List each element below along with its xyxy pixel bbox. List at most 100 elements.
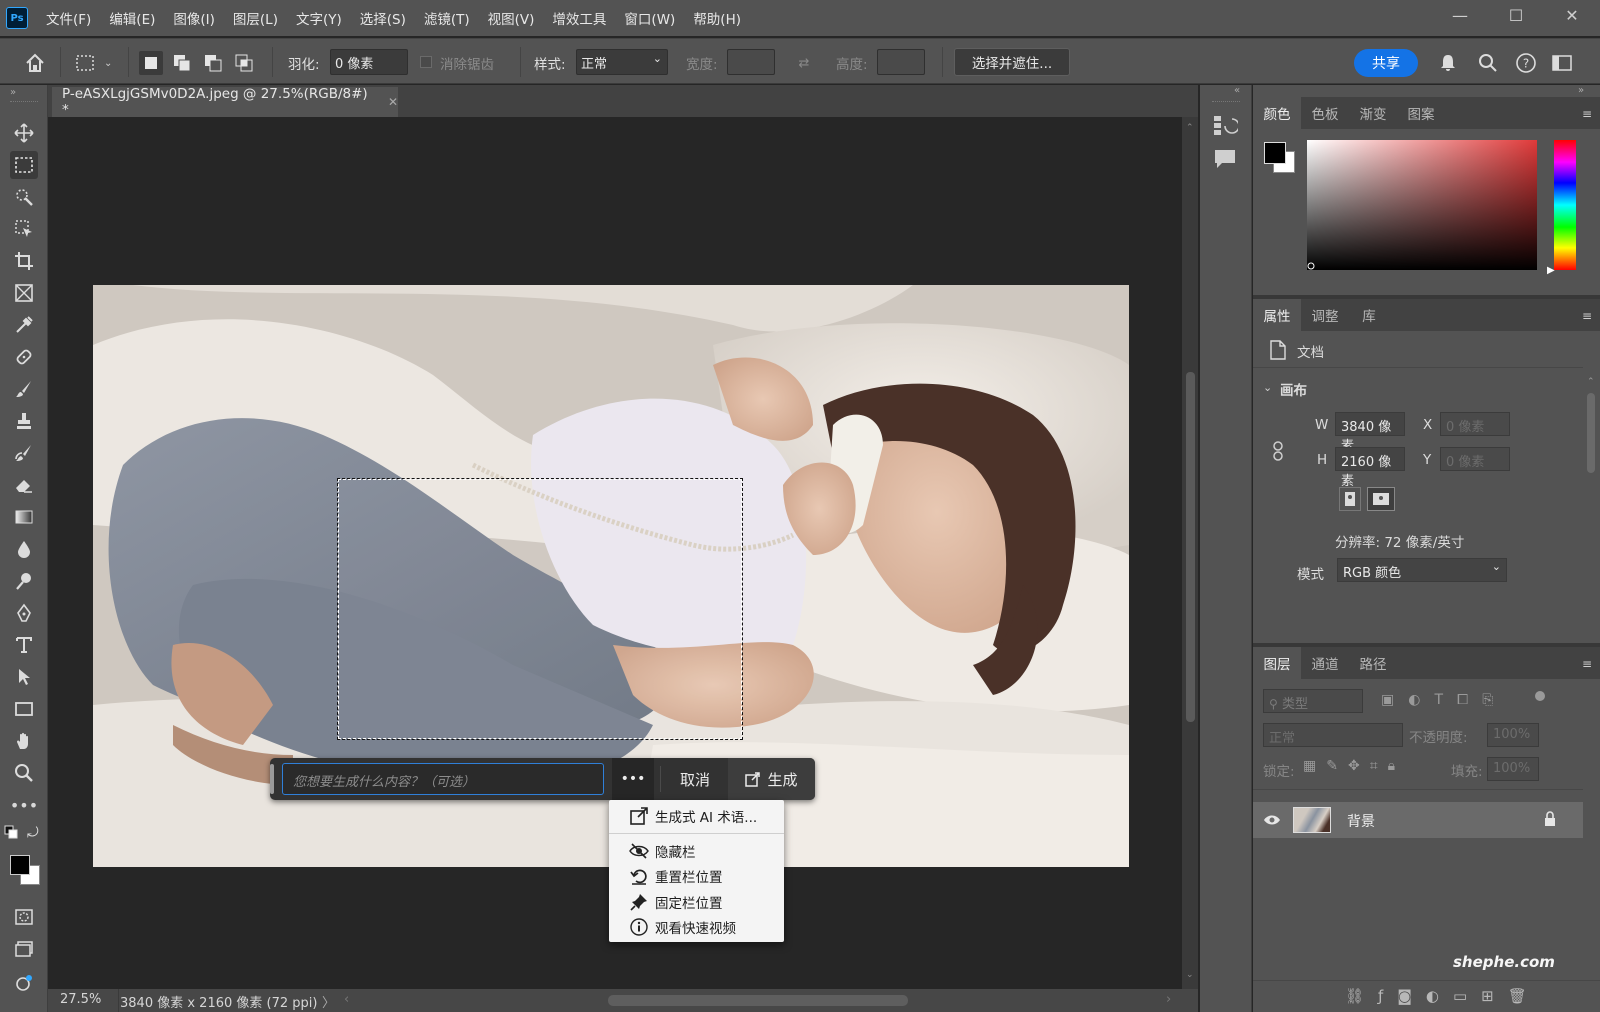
chevron-down-icon[interactable]: ⌄	[104, 58, 112, 69]
type-tool-icon[interactable]	[10, 631, 38, 659]
tab-color[interactable]: 颜色	[1253, 97, 1301, 129]
width-input[interactable]	[727, 49, 775, 75]
close-window-button[interactable]: ✕	[1544, 0, 1600, 30]
layer-row-background[interactable]: 背景	[1253, 802, 1583, 838]
zoom-tool-icon[interactable]	[10, 759, 38, 787]
menu-help[interactable]: 帮助(H)	[684, 0, 750, 36]
generative-prompt-input[interactable]: 您想要生成什么内容？（可选）	[282, 763, 604, 795]
hand-tool-icon[interactable]	[10, 727, 38, 755]
menu-item-quick-video[interactable]: 观看快速视频	[609, 914, 784, 940]
lock-options-icons[interactable]: ▦✎✥⌗🔒︎	[1303, 758, 1405, 774]
menu-item-hide-bar[interactable]: 隐藏栏	[609, 838, 784, 864]
path-selection-tool-icon[interactable]	[10, 663, 38, 691]
scroll-left-icon[interactable]: ‹	[344, 992, 349, 1007]
height-input[interactable]	[877, 49, 925, 75]
add-selection-icon[interactable]	[170, 51, 194, 75]
subtract-selection-icon[interactable]	[201, 51, 225, 75]
hue-slider-handle[interactable]: ▶	[1547, 265, 1555, 276]
antialias-checkbox[interactable]	[420, 56, 432, 68]
swap-colors-icon[interactable]: ⤾	[27, 825, 39, 841]
tab-gradients[interactable]: 渐变	[1349, 97, 1397, 129]
intersect-selection-icon[interactable]	[232, 51, 256, 75]
frame-tool-icon[interactable]	[10, 279, 38, 307]
crop-tool-icon[interactable]	[10, 247, 38, 275]
help-icon[interactable]: ?	[1514, 51, 1538, 75]
selection-marquee[interactable]	[337, 478, 743, 740]
rectangular-marquee-tool-icon[interactable]	[10, 151, 38, 179]
horizontal-scroll-thumb[interactable]	[608, 995, 908, 1006]
layer-filter-icons[interactable]: ▣◐T⧠⎘	[1381, 692, 1507, 708]
opacity-input[interactable]: 100%	[1487, 723, 1539, 747]
collapse-icon[interactable]: «	[1234, 85, 1240, 96]
tab-patterns[interactable]: 图案	[1397, 97, 1445, 129]
collapse-panels-icon[interactable]: »	[1578, 85, 1584, 96]
document-tab[interactable]: P-eASXLgjGSMv0D2A.jpeg @ 27.5%(RGB/8#) *…	[52, 86, 398, 118]
tab-layers[interactable]: 图层	[1253, 647, 1301, 679]
default-colors-icon[interactable]	[4, 825, 18, 839]
chevron-down-icon[interactable]: ⌄	[1263, 381, 1272, 394]
feather-input[interactable]: 0 像素	[330, 49, 408, 75]
new-selection-icon[interactable]	[139, 51, 163, 75]
layer-actions-icons[interactable]: ⛓ƒ◙◐▭⊞🗑︎	[1345, 987, 1541, 1005]
portrait-orientation-icon[interactable]	[1339, 487, 1361, 511]
eye-icon[interactable]	[1263, 813, 1281, 827]
filter-toggle-icon[interactable]	[1535, 691, 1545, 701]
minimize-button[interactable]: —	[1432, 0, 1488, 30]
close-tab-icon[interactable]: ✕	[388, 95, 398, 109]
tab-libraries[interactable]: 库	[1349, 299, 1389, 331]
link-dimensions-icon[interactable]	[1271, 441, 1285, 461]
layer-filter-select[interactable]: ⚲ 类型	[1263, 689, 1363, 713]
menu-file[interactable]: 文件(F)	[37, 0, 100, 36]
quick-mask-icon[interactable]	[10, 903, 38, 931]
zoom-level[interactable]: 27.5%	[60, 992, 101, 1007]
tab-swatches[interactable]: 色板	[1301, 97, 1349, 129]
panel-menu-icon[interactable]: ≡	[1582, 107, 1594, 121]
landscape-orientation-icon[interactable]	[1367, 487, 1395, 511]
menu-item-ai-terms[interactable]: 生成式 AI 术语...	[609, 803, 784, 829]
panel-menu-icon[interactable]: ≡	[1582, 657, 1594, 671]
marquee-preset-icon[interactable]	[73, 51, 97, 75]
color-mode-select[interactable]: RGB 颜色 ⌄	[1337, 558, 1507, 582]
eraser-tool-icon[interactable]	[10, 471, 38, 499]
menu-select[interactable]: 选择(S)	[351, 0, 415, 36]
style-select[interactable]: 正常 ⌄	[576, 49, 668, 75]
edit-toolbar-icon[interactable]	[10, 969, 38, 997]
menu-layer[interactable]: 图层(L)	[224, 0, 287, 36]
scroll-thumb[interactable]	[1186, 372, 1195, 722]
history-brush-tool-icon[interactable]	[10, 439, 38, 467]
object-selection-tool-icon[interactable]	[10, 215, 38, 243]
screen-mode-icon[interactable]	[10, 935, 38, 963]
canvas-vertical-scrollbar[interactable]: ⌃ ⌄	[1182, 117, 1198, 989]
home-icon[interactable]	[23, 51, 47, 75]
color-field[interactable]	[1307, 140, 1537, 270]
workspace-icon[interactable]	[1550, 51, 1574, 75]
quick-selection-tool-icon[interactable]	[10, 183, 38, 211]
select-and-mask-button[interactable]: 选择并遮住...	[954, 48, 1070, 76]
comments-panel-icon[interactable]	[1214, 149, 1236, 169]
foreground-color-swatch[interactable]	[1264, 142, 1286, 164]
gradient-tool-icon[interactable]	[10, 503, 38, 531]
canvas-height-input[interactable]: 2160 像素	[1335, 447, 1405, 489]
swap-icon[interactable]: ⇄	[792, 51, 816, 75]
search-icon[interactable]	[1476, 51, 1500, 75]
collapse-icon[interactable]: »	[10, 87, 16, 98]
generate-button[interactable]: 生成	[728, 758, 815, 800]
menu-type[interactable]: 文字(Y)	[287, 0, 351, 36]
tab-channels[interactable]: 通道	[1301, 647, 1349, 679]
dodge-tool-icon[interactable]	[10, 567, 38, 595]
fill-input[interactable]: 100%	[1487, 757, 1539, 781]
blend-mode-select[interactable]: 正常	[1263, 723, 1403, 747]
menu-image[interactable]: 图像(I)	[164, 0, 224, 36]
canvas-x-input[interactable]: 0 像素	[1440, 412, 1510, 436]
maximize-button[interactable]: ☐	[1488, 0, 1544, 30]
rectangle-tool-icon[interactable]	[10, 695, 38, 723]
menu-item-pin-position[interactable]: 固定栏位置	[609, 889, 784, 915]
tab-paths[interactable]: 路径	[1349, 647, 1397, 679]
pen-tool-icon[interactable]	[10, 599, 38, 627]
canvas-y-input[interactable]: 0 像素	[1440, 447, 1510, 471]
info-menu-icon[interactable]: 〉	[322, 992, 335, 1011]
tab-properties[interactable]: 属性	[1253, 299, 1301, 331]
tab-adjustments[interactable]: 调整	[1301, 299, 1349, 331]
scroll-right-icon[interactable]: ›	[1166, 992, 1171, 1007]
menu-item-reset-position[interactable]: 重置栏位置	[609, 863, 784, 889]
